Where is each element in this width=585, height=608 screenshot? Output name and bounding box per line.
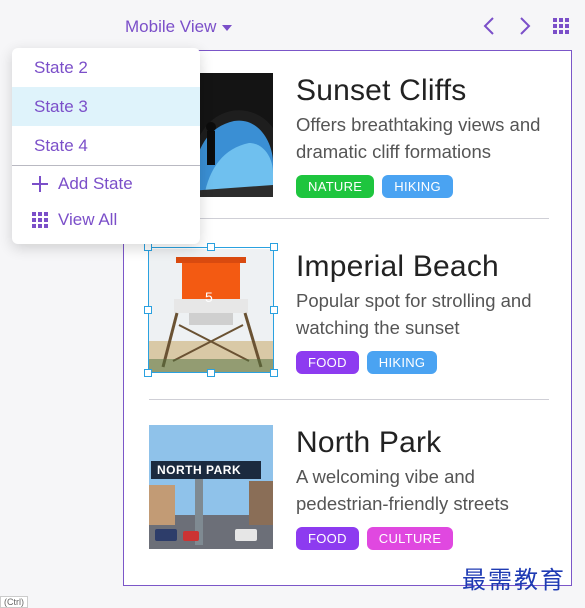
resize-handle[interactable]: [144, 369, 152, 377]
resize-handle[interactable]: [144, 243, 152, 251]
resize-handle[interactable]: [270, 369, 278, 377]
resize-handle[interactable]: [207, 243, 215, 251]
north-park-image: NORTH PARK: [149, 425, 273, 549]
tag-hiking[interactable]: HIKING: [366, 351, 438, 374]
resize-handle[interactable]: [270, 243, 278, 251]
grid-icon: [32, 212, 48, 228]
card-title: Imperial Beach: [296, 250, 499, 283]
card-title: North Park: [296, 426, 442, 459]
tag-nature[interactable]: NATURE: [296, 175, 375, 198]
menu-item-state-3[interactable]: State 3: [12, 87, 200, 126]
selection-box[interactable]: [144, 243, 278, 377]
north-park-sign: NORTH PARK: [157, 463, 242, 477]
tag-food[interactable]: FOOD: [296, 351, 359, 374]
toolbar-right: [479, 14, 571, 38]
card-title: Sunset Cliffs: [296, 74, 467, 107]
grid-icon[interactable]: [551, 14, 571, 38]
plus-icon: [32, 176, 48, 192]
card-description: Offers breathtaking views and dramatic c…: [296, 114, 541, 162]
chevron-right-icon[interactable]: [515, 14, 535, 38]
menu-item-state-2[interactable]: State 2: [12, 48, 200, 87]
state-dropdown-menu: State 2 State 3 State 4 Add State View A…: [12, 48, 200, 244]
view-all-button[interactable]: View All: [12, 202, 200, 238]
watermark: 最需教育: [462, 566, 566, 594]
menu-item-state-4[interactable]: State 4: [12, 126, 200, 165]
caret-down-icon: [222, 25, 233, 31]
view-mode-label: Mobile View: [125, 17, 217, 36]
divider: [149, 218, 549, 219]
tag-culture[interactable]: CULTURE: [366, 527, 454, 550]
card-description: Popular spot for strolling and watching …: [296, 290, 532, 338]
divider: [149, 399, 549, 400]
resize-handle[interactable]: [144, 306, 152, 314]
view-all-label: View All: [58, 210, 118, 229]
tag-hiking[interactable]: HIKING: [382, 175, 453, 198]
resize-handle[interactable]: [270, 306, 278, 314]
add-state-button[interactable]: Add State: [12, 166, 200, 202]
card-description: A welcoming vibe and pedestrian-friendly…: [296, 466, 509, 514]
resize-handle[interactable]: [207, 369, 215, 377]
add-state-label: Add State: [58, 174, 133, 193]
chevron-left-icon[interactable]: [479, 14, 499, 38]
view-mode-dropdown[interactable]: Mobile View: [125, 14, 233, 40]
ctrl-label: (Ctrl): [0, 596, 28, 608]
tag-food[interactable]: FOOD: [296, 527, 359, 550]
